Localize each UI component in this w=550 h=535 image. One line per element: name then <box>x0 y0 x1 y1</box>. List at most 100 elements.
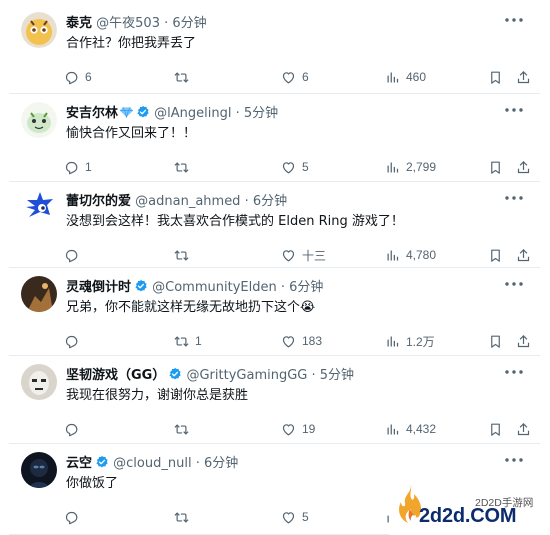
share-button[interactable] <box>516 158 531 176</box>
share-button[interactable] <box>516 420 531 438</box>
repost-icon <box>174 510 189 525</box>
separator-dot: · <box>195 456 200 471</box>
share-button[interactable] <box>516 68 531 86</box>
more-options-button[interactable] <box>502 364 526 380</box>
reply-button[interactable] <box>64 420 85 438</box>
views-chart-icon <box>385 160 400 175</box>
bookmark-button[interactable] <box>488 420 503 438</box>
more-options-button[interactable] <box>502 452 526 468</box>
views-button[interactable]: 460 <box>385 68 426 86</box>
bookmark-button[interactable] <box>488 332 503 350</box>
tweet-card[interactable]: 安吉尔林 @lAngelingl · 5分钟 愉快合作又回来了！！ 1 5 2,… <box>9 94 540 182</box>
repost-icon <box>174 70 189 85</box>
author-name[interactable]: 泰克 <box>66 16 92 31</box>
timestamp[interactable]: 5分钟 <box>320 368 354 383</box>
avatar[interactable] <box>21 452 57 488</box>
timestamp[interactable]: 6分钟 <box>172 16 206 31</box>
author-handle[interactable]: @GrittyGamingGG <box>186 368 307 383</box>
author-name[interactable]: 蕾切尔的爱 <box>66 194 131 209</box>
share-icon <box>516 248 531 263</box>
author-handle[interactable]: @午夜503 <box>96 16 160 31</box>
reply-button[interactable] <box>64 508 85 526</box>
reply-button[interactable] <box>64 332 85 350</box>
more-options-button[interactable] <box>502 190 526 206</box>
author-name[interactable]: 坚韧游戏（GG） <box>66 368 165 383</box>
timestamp[interactable]: 5分钟 <box>244 106 278 121</box>
repost-button[interactable]: 1 <box>174 332 202 350</box>
like-button[interactable]: 6 <box>281 68 309 86</box>
author-handle[interactable]: @adnan_ahmed <box>135 194 240 209</box>
view-count: 4,432 <box>406 422 437 436</box>
views-chart-icon <box>385 70 400 85</box>
like-button[interactable]: 183 <box>281 332 322 350</box>
timestamp[interactable]: 6分钟 <box>253 194 287 209</box>
repost-button[interactable] <box>174 246 195 264</box>
author-name[interactable]: 云空 <box>66 456 92 471</box>
bookmark-button[interactable] <box>488 158 503 176</box>
tweet-header: 泰克 @午夜503 · 6分钟 <box>66 15 500 33</box>
share-button[interactable] <box>516 246 531 264</box>
like-button[interactable]: 5 <box>281 158 309 176</box>
repost-button[interactable] <box>174 508 195 526</box>
avatar[interactable] <box>21 102 57 138</box>
repost-button[interactable] <box>174 420 195 438</box>
tweet-text: 没想到会这样！我太喜欢合作模式的 Elden Ring 游戏了！ <box>66 214 404 229</box>
author-name[interactable]: 灵魂倒计时 <box>66 280 131 295</box>
views-button[interactable]: 1.2万 <box>385 332 435 350</box>
author-handle[interactable]: @lAngelingl <box>154 106 231 121</box>
like-button[interactable]: 19 <box>281 420 315 438</box>
reply-button[interactable]: 6 <box>64 68 92 86</box>
author-handle[interactable]: @cloud_null <box>113 456 191 471</box>
tweet-card[interactable]: 蕾切尔的爱 @adnan_ahmed · 6分钟 没想到会这样！我太喜欢合作模式… <box>9 182 540 268</box>
tweet-text: 兄弟，你不能就这样无缘无故地扔下这个😭 <box>66 300 316 315</box>
author-name[interactable]: 安吉尔林 <box>66 106 118 121</box>
avatar[interactable] <box>21 12 57 48</box>
bookmark-icon <box>488 70 503 85</box>
share-icon <box>516 70 531 85</box>
avatar[interactable] <box>21 276 57 312</box>
more-options-button[interactable] <box>502 12 526 28</box>
like-count: 十三 <box>302 248 327 263</box>
separator-dot: · <box>280 280 285 295</box>
repost-count: 1 <box>195 334 202 348</box>
view-count: 1.2万 <box>406 334 435 349</box>
reply-count: 6 <box>85 70 92 84</box>
avatar[interactable] <box>21 190 57 226</box>
timestamp[interactable]: 6分钟 <box>289 280 323 295</box>
repost-button[interactable] <box>174 158 195 176</box>
avatar[interactable] <box>21 364 57 400</box>
views-chart-icon <box>385 422 400 437</box>
more-dots-icon <box>502 453 526 472</box>
views-button[interactable]: 2,799 <box>385 158 436 176</box>
repost-button[interactable] <box>174 68 195 86</box>
like-button[interactable]: 十三 <box>281 246 326 264</box>
diamond-badge-icon <box>120 107 134 118</box>
tweet-card[interactable]: 泰克 @午夜503 · 6分钟 合作社？你把我弄丢了 6 6 460 <box>9 4 540 94</box>
share-icon <box>516 422 531 437</box>
separator-dot: · <box>311 368 316 383</box>
share-icon <box>516 160 531 175</box>
bookmark-button[interactable] <box>488 68 503 86</box>
author-handle[interactable]: @CommunityElden <box>152 280 277 295</box>
heart-icon <box>281 70 296 85</box>
like-count: 183 <box>302 334 323 348</box>
reply-count: 1 <box>85 160 92 174</box>
views-button[interactable]: 4,432 <box>385 420 436 438</box>
more-options-button[interactable] <box>502 276 526 292</box>
views-button[interactable]: 4,780 <box>385 246 436 264</box>
timestamp[interactable]: 6分钟 <box>204 456 238 471</box>
bookmark-button[interactable] <box>488 246 503 264</box>
like-count: 5 <box>302 160 309 174</box>
more-dots-icon <box>502 13 526 32</box>
like-button[interactable]: 5 <box>281 508 309 526</box>
reply-button[interactable]: 1 <box>64 158 92 176</box>
tweet-card[interactable]: 坚韧游戏（GG） @GrittyGamingGG · 5分钟 我现在很努力，谢谢… <box>9 356 540 444</box>
heart-icon <box>281 248 296 263</box>
more-options-button[interactable] <box>502 102 526 118</box>
like-count: 5 <box>302 510 309 524</box>
reply-icon <box>64 248 79 263</box>
reply-button[interactable] <box>64 246 85 264</box>
tweet-card[interactable]: 灵魂倒计时 @CommunityElden · 6分钟 兄弟，你不能就这样无缘无… <box>9 268 540 356</box>
tweet-header: 坚韧游戏（GG） @GrittyGamingGG · 5分钟 <box>66 367 500 385</box>
share-button[interactable] <box>516 332 531 350</box>
